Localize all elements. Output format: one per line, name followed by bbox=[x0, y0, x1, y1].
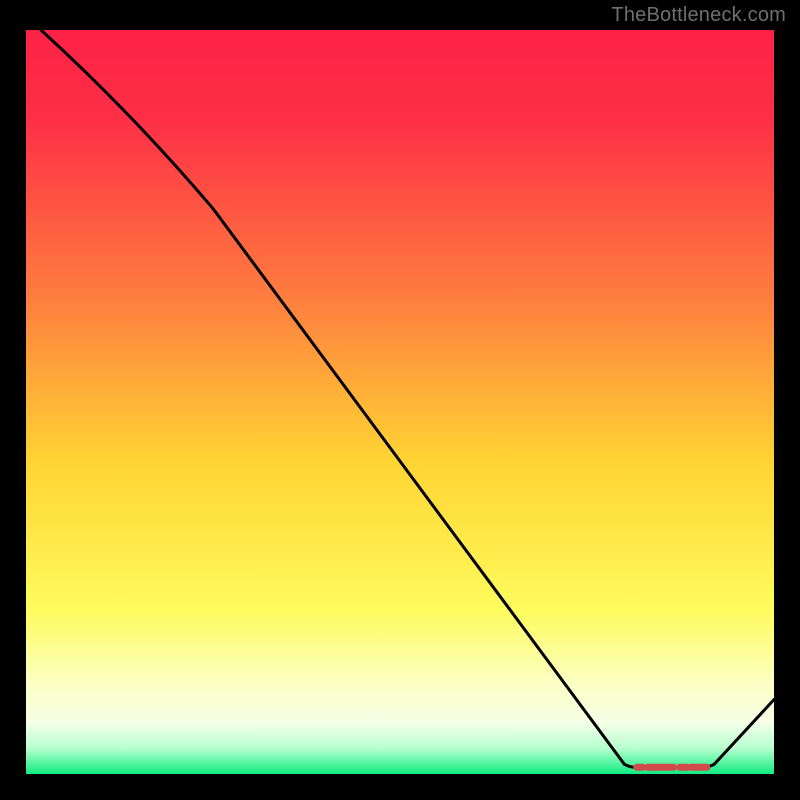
chart-svg bbox=[26, 30, 774, 774]
attribution-label: TheBottleneck.com bbox=[611, 4, 786, 27]
chart-container: TheBottleneck.com bbox=[0, 0, 800, 800]
gradient-background bbox=[26, 30, 774, 774]
plot-area bbox=[26, 30, 774, 774]
